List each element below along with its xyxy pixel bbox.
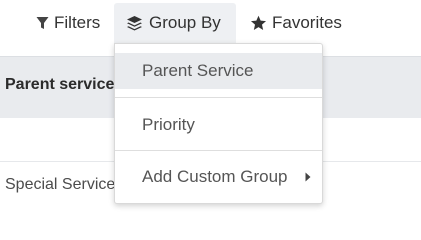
filters-button[interactable]: Filters	[32, 3, 104, 43]
layers-icon	[127, 16, 142, 31]
add-custom-group-toggle[interactable]: Add Custom Group	[115, 159, 322, 195]
menu-item-priority[interactable]: Priority	[115, 107, 322, 143]
group-by-label: Group By	[149, 13, 221, 32]
caret-right-icon	[305, 172, 311, 182]
menu-divider	[115, 97, 322, 98]
menu-item-label: Parent Service	[142, 61, 254, 80]
filter-icon	[36, 17, 49, 29]
column-header-parent-service[interactable]: Parent service	[5, 76, 114, 94]
row-cell: Special Service	[5, 176, 116, 193]
group-by-button[interactable]: Group By	[114, 3, 236, 43]
favorites-label: Favorites	[272, 13, 342, 32]
menu-divider	[115, 150, 322, 151]
menu-item-parent-service[interactable]: Parent Service	[115, 53, 322, 89]
group-by-dropdown: Parent Service Priority Add Custom Group	[114, 43, 323, 204]
star-icon	[250, 15, 267, 30]
favorites-button[interactable]: Favorites	[246, 3, 346, 43]
filters-label: Filters	[54, 13, 101, 32]
add-custom-group-label: Add Custom Group	[142, 167, 288, 186]
menu-item-label: Priority	[142, 115, 195, 134]
